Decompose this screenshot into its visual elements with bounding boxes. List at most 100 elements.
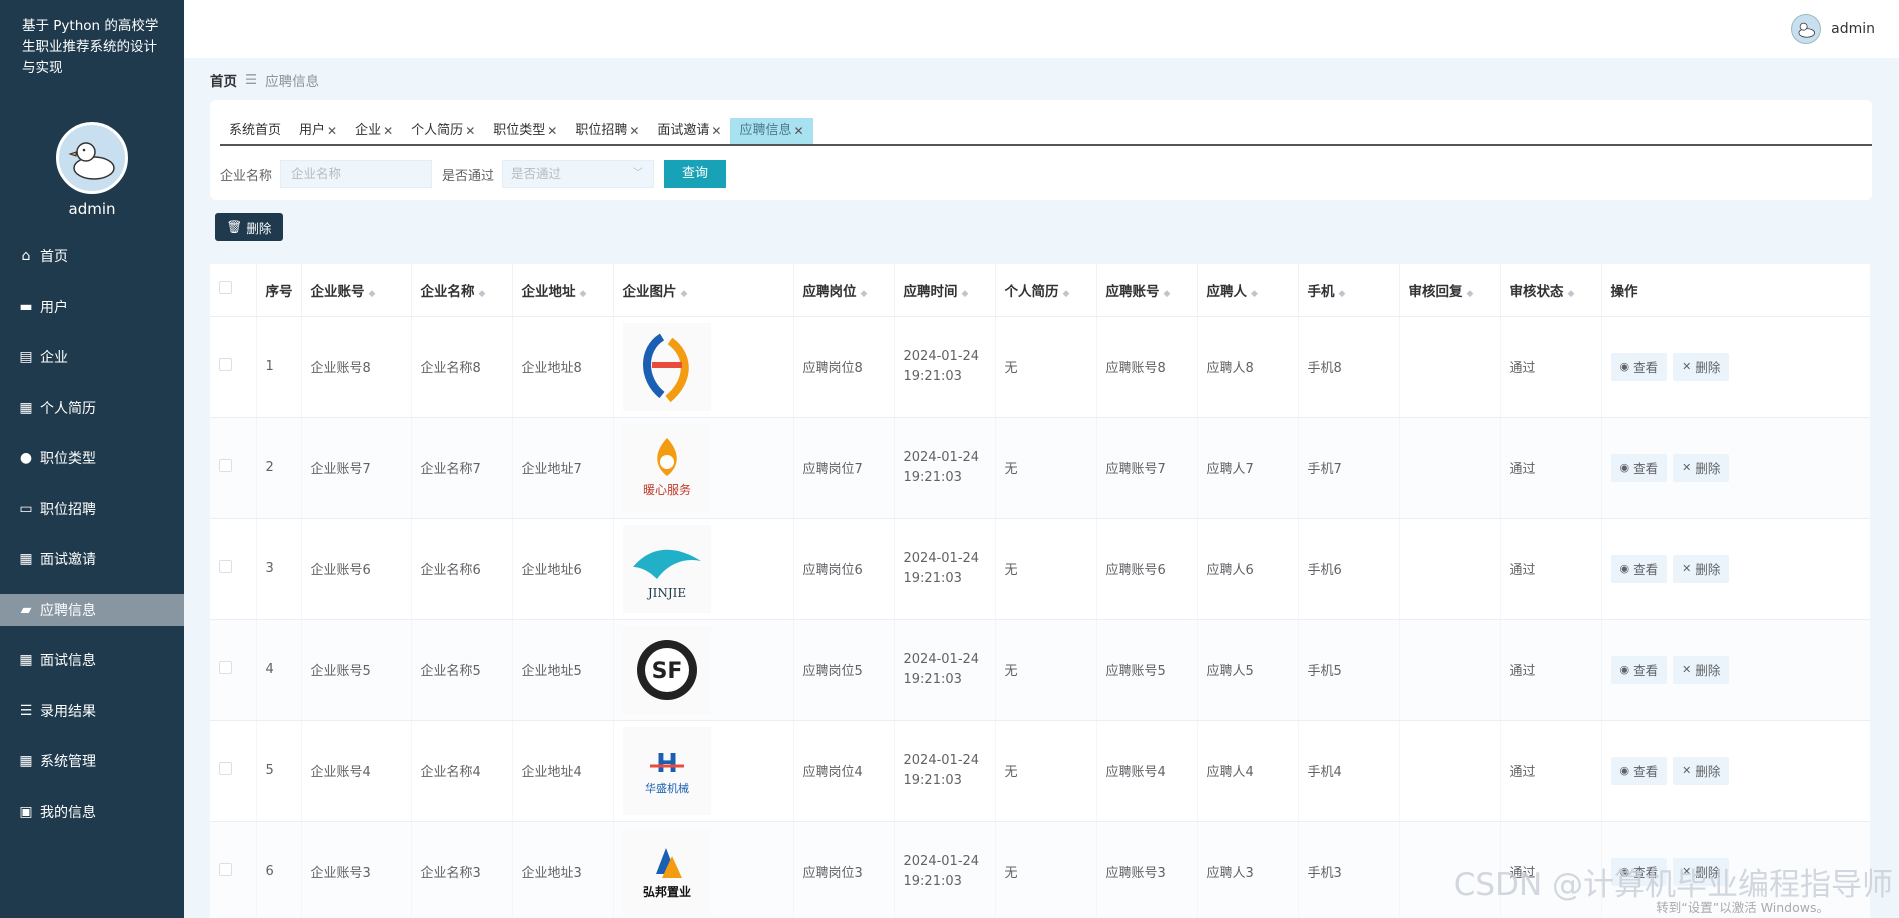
delete-button[interactable]: ✕ 删除	[1673, 453, 1730, 482]
cell-actions: ◉ 查看 ✕ 删除	[1601, 316, 1870, 418]
column-header[interactable]: 手机 ◆	[1298, 264, 1400, 317]
top-bar: admin	[184, 0, 1899, 58]
column-header[interactable]: 应聘人 ◆	[1197, 264, 1299, 317]
eye-icon: ◉	[1619, 562, 1630, 575]
sidebar-item-home[interactable]: ⌂ 首页	[0, 240, 184, 272]
eye-icon: ◉	[1619, 764, 1630, 777]
cell-time: 2024-01-24 19:21:03	[894, 518, 996, 620]
view-button[interactable]: ◉ 查看	[1610, 352, 1668, 381]
row-checkbox[interactable]	[219, 661, 232, 674]
company-name-input[interactable]: 企业名称	[280, 160, 433, 188]
cell-no: 3	[256, 518, 302, 620]
cell-no: 2	[256, 417, 302, 519]
column-header[interactable]: 企业地址 ◆	[512, 264, 614, 317]
trash-icon: 🗑	[226, 219, 243, 234]
column-header[interactable]: 企业账号 ◆	[301, 264, 412, 317]
sidebar-item-job-type[interactable]: ● 职位类型	[0, 442, 184, 474]
sort-icon: ◆	[1062, 288, 1070, 299]
column-header[interactable]: 审核回复 ◆	[1399, 264, 1501, 317]
row-checkbox[interactable]	[219, 560, 232, 573]
table-row: 3 企业账号6 企业名称6 企业地址6 JINJIE 应聘岗位6 2024-01-24 19…	[210, 518, 1870, 620]
delete-button[interactable]: ✕ 删除	[1673, 554, 1730, 583]
row-checkbox[interactable]	[219, 358, 232, 371]
cell-applicant-account: 应聘账号7	[1096, 417, 1198, 519]
sidebar-item-label: 应聘信息	[40, 602, 96, 619]
delete-button[interactable]: ✕ 删除	[1673, 352, 1730, 381]
cell-no: 4	[256, 619, 302, 721]
cell-reply	[1399, 720, 1501, 822]
pass-status-select[interactable]: 是否通过 ﹀	[502, 160, 655, 188]
sidebar-item-interview-info[interactable]: ▦ 面试信息	[0, 644, 184, 676]
cell-time: 2024-01-24 19:21:03	[894, 720, 996, 822]
delete-button[interactable]: ✕ 删除	[1673, 756, 1730, 785]
close-icon: ✕	[1682, 663, 1692, 676]
company-logo-image[interactable]: 暖心服务	[622, 423, 711, 512]
close-icon[interactable]: ✕	[629, 118, 639, 144]
sort-icon: ◆	[1567, 288, 1575, 299]
close-icon[interactable]: ✕	[383, 118, 393, 144]
view-button[interactable]: ◉ 查看	[1610, 756, 1668, 785]
select-all-checkbox[interactable]	[219, 281, 232, 295]
sidebar-item-interview-invite[interactable]: ▦ 面试邀请	[0, 543, 184, 575]
tab-users[interactable]: 用户 ✕	[290, 118, 346, 144]
cell-company-account: 企业账号7	[301, 417, 412, 519]
duck-icon	[1798, 22, 1816, 38]
company-logo-image[interactable]: JINJIE	[622, 524, 711, 613]
row-checkbox[interactable]	[219, 762, 232, 775]
sidebar-item-resume[interactable]: ▦ 个人简历	[0, 392, 184, 424]
close-icon[interactable]: ✕	[547, 118, 557, 144]
column-header[interactable]: 应聘账号 ◆	[1096, 264, 1198, 317]
column-header[interactable]: 企业图片 ◆	[613, 264, 794, 317]
company-logo-image[interactable]	[622, 322, 711, 411]
view-button[interactable]: ◉ 查看	[1610, 453, 1668, 482]
tab-job-type[interactable]: 职位类型 ✕	[484, 118, 566, 144]
user-menu[interactable]: admin	[1791, 14, 1875, 44]
view-button[interactable]: ◉ 查看	[1610, 554, 1668, 583]
close-icon[interactable]: ✕	[465, 118, 475, 144]
tab-interview-invite[interactable]: 面试邀请 ✕	[648, 118, 730, 144]
sidebar-item-company[interactable]: ▤ 企业	[0, 341, 184, 373]
cell-company-name: 企业名称7	[411, 417, 513, 519]
table-row: 2 企业账号7 企业名称7 企业地址7 暖心服务 应聘岗位7 2024-01-24 19:2…	[210, 417, 1870, 519]
cell-reply	[1399, 417, 1501, 519]
query-button[interactable]: 查询	[664, 160, 727, 188]
table-row: 4 企业账号5 企业名称5 企业地址5 SF 应聘岗位5 2024-01-24 19:21:…	[210, 619, 1870, 721]
sidebar-item-users[interactable]: ▬ 用户	[0, 291, 184, 323]
tab-job-posting[interactable]: 职位招聘 ✕	[566, 118, 648, 144]
tab-company[interactable]: 企业 ✕	[346, 118, 402, 144]
company-logo-image[interactable]: 弘邦置业	[622, 827, 711, 916]
sidebar-item-job-posting[interactable]: ▭ 职位招聘	[0, 493, 184, 525]
sidebar-item-my-info[interactable]: ▣ 我的信息	[0, 796, 184, 828]
close-icon[interactable]: ✕	[327, 118, 337, 144]
close-icon[interactable]: ✕	[711, 118, 721, 144]
tab-home[interactable]: 系统首页	[220, 118, 290, 144]
svg-text:SF: SF	[651, 659, 682, 684]
avatar[interactable]	[56, 122, 128, 194]
view-button[interactable]: ◉ 查看	[1610, 655, 1668, 684]
breadcrumb-current: 应聘信息	[265, 74, 320, 90]
svg-text:华盛机械: 华盛机械	[645, 781, 689, 795]
delete-button[interactable]: ✕ 删除	[1673, 655, 1730, 684]
column-header[interactable]: 个人简历 ◆	[995, 264, 1097, 317]
sidebar-item-application[interactable]: ▰ 应聘信息	[0, 593, 184, 626]
cell-applicant: 应聘人7	[1197, 417, 1299, 519]
company-logo-image[interactable]: SF	[622, 625, 711, 714]
cell-applicant: 应聘人8	[1197, 316, 1299, 418]
batch-delete-button[interactable]: 🗑 删除	[215, 213, 283, 241]
tab-resume[interactable]: 个人简历 ✕	[402, 118, 484, 144]
row-checkbox[interactable]	[219, 459, 232, 472]
company-logo-image[interactable]: H 华盛机械	[622, 726, 711, 815]
column-header[interactable]: 应聘时间 ◆	[894, 264, 996, 317]
column-header[interactable]: 应聘岗位 ◆	[793, 264, 895, 317]
column-header[interactable]: 审核状态 ◆	[1500, 264, 1602, 317]
sidebar-item-hire-result[interactable]: ☰ 录用结果	[0, 695, 184, 727]
cell-reply	[1399, 316, 1501, 418]
sidebar-item-system[interactable]: ▦ 系统管理	[0, 745, 184, 777]
breadcrumb-home[interactable]: 首页	[210, 70, 237, 90]
cell-status: 通过	[1500, 316, 1602, 418]
cell-company-name: 企业名称6	[411, 518, 513, 620]
close-icon[interactable]: ✕	[794, 118, 804, 144]
column-header[interactable]: 企业名称 ◆	[411, 264, 513, 317]
row-checkbox[interactable]	[219, 863, 232, 876]
tab-application[interactable]: 应聘信息 ✕	[730, 118, 813, 144]
